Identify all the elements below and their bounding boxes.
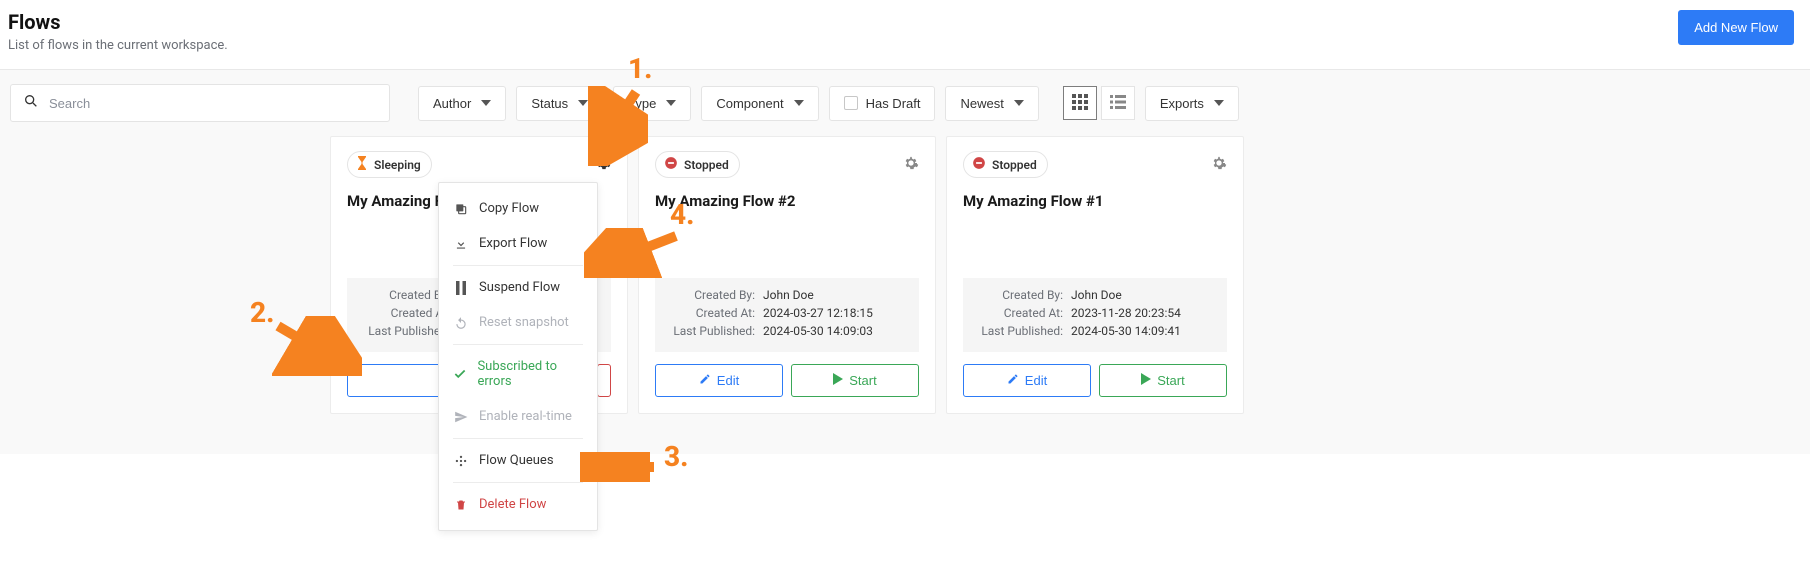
chevron-down-icon (481, 100, 491, 106)
page-subtitle: List of flows in the current workspace. (8, 38, 228, 53)
chevron-down-icon (578, 100, 588, 106)
menu-subscribed-errors[interactable]: Subscribed to errors (439, 349, 597, 399)
pencil-icon (699, 373, 711, 388)
stop-icon (972, 156, 986, 173)
flow-title: My Amazing Flow #2 (655, 192, 919, 210)
gear-icon[interactable] (1211, 155, 1227, 175)
exports-button[interactable]: Exports (1145, 86, 1239, 121)
toolbar: Author Status Type Component Has Draft N… (0, 69, 1810, 136)
meta-value: 2024-05-30 14:09:03 (763, 324, 873, 338)
flow-settings-menu: Copy Flow Export Flow Suspend Flow Reset… (438, 182, 598, 531)
flow-cards-grid: Sleeping My Amazing Flow Created By Crea… (0, 136, 1810, 454)
play-icon (1141, 373, 1151, 388)
menu-enable-realtime: Enable real-time (439, 399, 597, 434)
filter-status[interactable]: Status (516, 86, 603, 121)
gear-icon[interactable] (903, 155, 919, 175)
menu-flow-queues[interactable]: Flow Queues (439, 443, 597, 478)
meta-label: Created By: (975, 288, 1071, 302)
chevron-down-icon (794, 100, 804, 106)
bolt-icon (453, 410, 469, 424)
meta-label: Created At: (667, 306, 763, 320)
grid-icon (1072, 94, 1088, 113)
filter-component[interactable]: Component (701, 86, 818, 121)
flow-meta: Created By:John Doe Created At:2024-03-2… (655, 278, 919, 352)
menu-reset-snapshot: Reset snapshot (439, 305, 597, 340)
edit-button[interactable]: Edit (963, 364, 1091, 397)
flow-card: Stopped My Amazing Flow #2 Created By:Jo… (638, 136, 936, 414)
copy-icon (453, 202, 469, 216)
view-list-button[interactable] (1101, 86, 1135, 120)
gear-icon[interactable] (595, 155, 611, 175)
status-badge-stopped: Stopped (655, 151, 740, 178)
filter-author[interactable]: Author (418, 86, 506, 121)
status-badge-stopped: Stopped (963, 151, 1048, 178)
flow-meta: Created By:John Doe Created At:2023-11-2… (963, 278, 1227, 352)
chevron-down-icon (1014, 100, 1024, 106)
flow-title: My Amazing Flow #1 (963, 192, 1227, 210)
hourglass-icon (356, 156, 368, 173)
sort-newest[interactable]: Newest (945, 86, 1038, 121)
chevron-down-icon (1214, 100, 1224, 106)
status-badge-sleeping: Sleeping (347, 151, 432, 178)
refresh-icon (453, 316, 469, 330)
list-icon (1110, 94, 1126, 113)
meta-value: 2023-11-28 20:23:54 (1071, 306, 1181, 320)
filter-has-draft[interactable]: Has Draft (829, 86, 936, 121)
pause-icon (453, 281, 469, 295)
search-icon (23, 93, 39, 113)
meta-value: 2024-03-27 12:18:15 (763, 306, 873, 320)
meta-label: Last Published: (975, 324, 1071, 338)
start-button[interactable]: Start (1099, 364, 1227, 397)
chevron-down-icon (666, 100, 676, 106)
menu-export-flow[interactable]: Export Flow (439, 226, 597, 261)
edit-button[interactable]: Edit (655, 364, 783, 397)
menu-copy-flow[interactable]: Copy Flow (439, 191, 597, 226)
play-icon (833, 373, 843, 388)
meta-label: Last Published: (667, 324, 763, 338)
search-input[interactable] (49, 96, 377, 111)
meta-label: Created At: (975, 306, 1071, 320)
meta-label: Created By: (667, 288, 763, 302)
check-icon (453, 367, 467, 381)
pencil-icon (1007, 373, 1019, 388)
search-box[interactable] (10, 84, 390, 122)
action-button-clipped[interactable] (597, 364, 611, 397)
meta-value: John Doe (763, 288, 814, 302)
stop-icon (664, 156, 678, 173)
checkbox-icon (844, 96, 858, 110)
meta-value: John Doe (1071, 288, 1122, 302)
view-grid-button[interactable] (1063, 86, 1097, 120)
menu-suspend-flow[interactable]: Suspend Flow (439, 270, 597, 305)
menu-delete-flow[interactable]: Delete Flow (439, 487, 597, 522)
add-new-flow-button[interactable]: Add New Flow (1678, 10, 1794, 45)
trash-icon (453, 498, 469, 512)
meta-value: 2024-05-30 14:09:41 (1071, 324, 1181, 338)
start-button[interactable]: Start (791, 364, 919, 397)
filter-type[interactable]: Type (613, 86, 691, 121)
queues-icon (453, 454, 469, 468)
flow-card: Stopped My Amazing Flow #1 Created By:Jo… (946, 136, 1244, 414)
download-icon (453, 237, 469, 251)
page-title: Flows (8, 10, 228, 34)
